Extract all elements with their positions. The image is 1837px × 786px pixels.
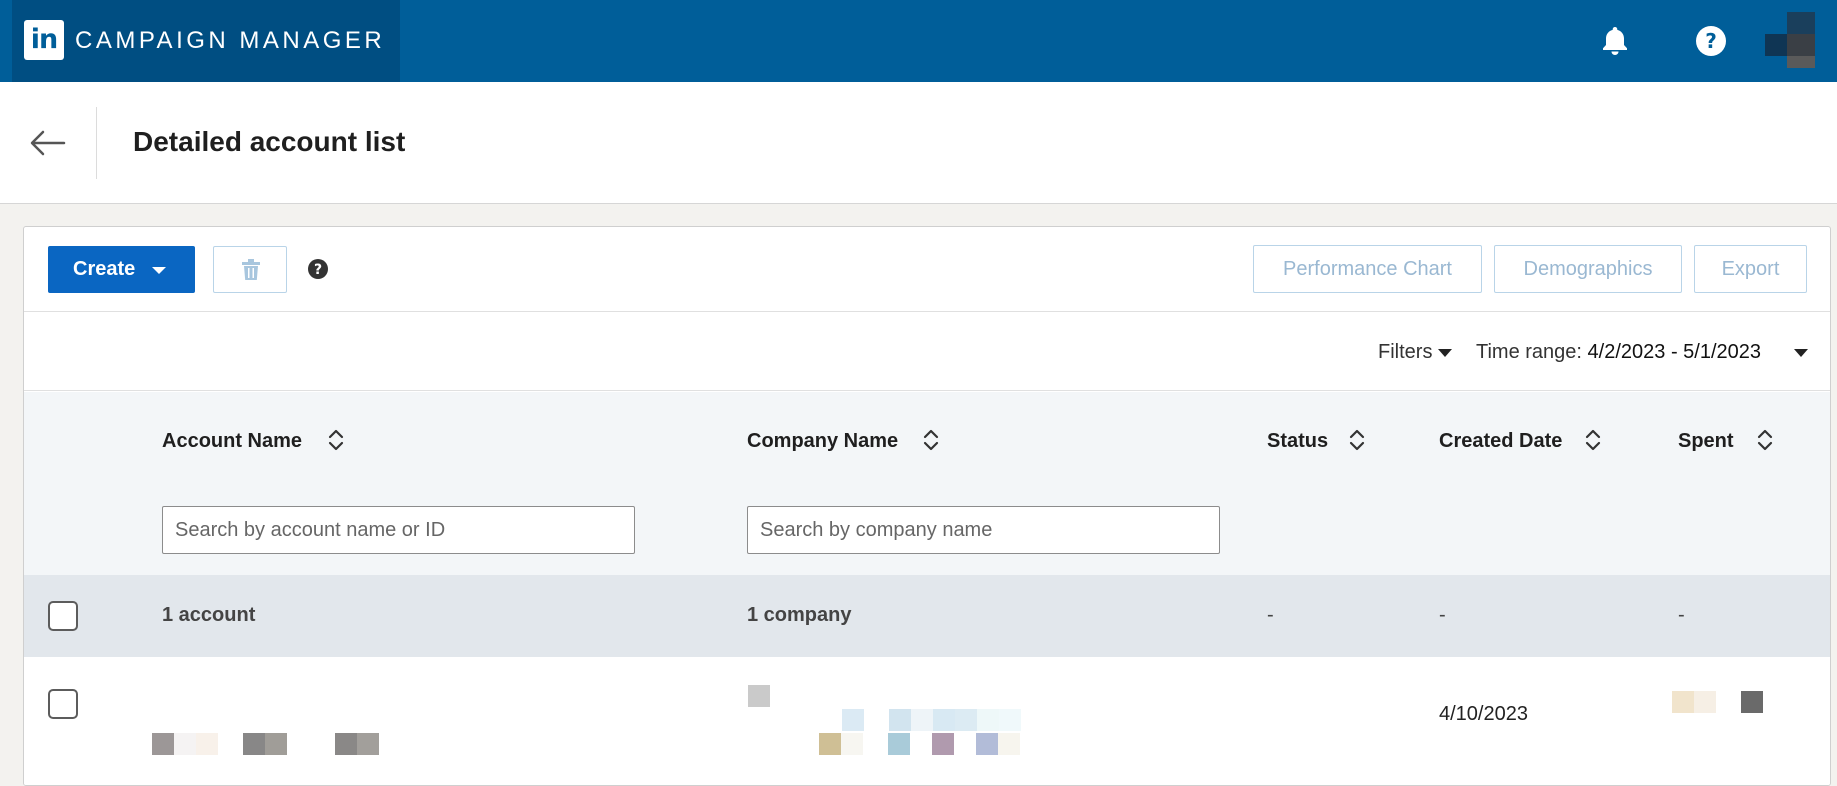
column-header-status[interactable]: Status — [1267, 430, 1328, 453]
column-header-account-name[interactable]: Account Name — [162, 430, 302, 453]
created-date-cell: 4/10/2023 — [1439, 703, 1528, 725]
time-range-label: Time range: — [1476, 341, 1582, 363]
account-search-input[interactable] — [162, 506, 635, 554]
select-all-checkbox[interactable] — [48, 601, 78, 631]
create-button[interactable]: Create — [48, 246, 195, 293]
time-range-value: 4/2/2023 - 5/1/2023 — [1587, 341, 1762, 363]
table-header: Account Name Company Name Status Created… — [24, 392, 1830, 575]
time-range-dropdown[interactable]: Time range: 4/2/2023 - 5/1/2023 — [1476, 341, 1761, 364]
sort-icon[interactable] — [921, 427, 941, 453]
status-summary: - — [1267, 604, 1274, 626]
svg-text:?: ? — [1705, 29, 1717, 53]
company-search-input[interactable] — [747, 506, 1220, 554]
caret-down-icon[interactable] — [1438, 349, 1452, 357]
avatar[interactable] — [1765, 12, 1815, 68]
filters-dropdown[interactable]: Filters — [1378, 341, 1432, 364]
sort-icon[interactable] — [1755, 427, 1775, 453]
account-list-card: Create ? Performance Chart Demographics … — [23, 226, 1831, 786]
table-row[interactable]: 4/10/2023 — [24, 657, 1830, 785]
sort-icon[interactable] — [1583, 427, 1603, 453]
demographics-button[interactable]: Demographics — [1494, 245, 1682, 293]
company-count: 1 company — [747, 604, 852, 626]
export-button[interactable]: Export — [1694, 245, 1807, 293]
sort-icon[interactable] — [1347, 427, 1367, 453]
filter-row: Filters Time range: 4/2/2023 - 5/1/2023 — [24, 313, 1830, 391]
svg-text:?: ? — [314, 262, 322, 278]
page-title: Detailed account list — [133, 126, 406, 157]
sort-icon[interactable] — [326, 427, 346, 453]
header-divider — [96, 107, 97, 179]
column-header-company-name[interactable]: Company Name — [747, 430, 898, 453]
delete-button[interactable] — [213, 246, 287, 293]
app-title: CAMPAIGN MANAGER — [75, 27, 386, 54]
created-summary: - — [1439, 604, 1446, 626]
back-arrow-icon[interactable] — [28, 126, 66, 160]
toolbar: Create ? Performance Chart Demographics … — [24, 227, 1830, 312]
bell-icon[interactable] — [1597, 23, 1633, 59]
row-checkbox[interactable] — [48, 689, 78, 719]
brand-area[interactable]: in CAMPAIGN MANAGER — [12, 0, 400, 82]
performance-chart-button[interactable]: Performance Chart — [1253, 245, 1482, 293]
linkedin-logo: in — [24, 20, 64, 60]
spent-summary: - — [1678, 604, 1685, 626]
column-header-spent[interactable]: Spent — [1678, 430, 1734, 453]
create-button-label: Create — [73, 258, 136, 280]
caret-down-icon — [152, 267, 166, 274]
caret-down-icon[interactable] — [1794, 349, 1808, 357]
help-icon[interactable]: ? — [307, 258, 329, 280]
column-header-created-date[interactable]: Created Date — [1439, 430, 1562, 453]
trash-icon — [242, 259, 260, 280]
summary-row: 1 account 1 company - - - — [24, 575, 1830, 657]
top-navigation-bar: in CAMPAIGN MANAGER ? — [0, 0, 1837, 82]
page-header: Detailed account list — [0, 82, 1837, 204]
account-count: 1 account — [162, 604, 256, 626]
help-icon[interactable]: ? — [1693, 23, 1729, 59]
